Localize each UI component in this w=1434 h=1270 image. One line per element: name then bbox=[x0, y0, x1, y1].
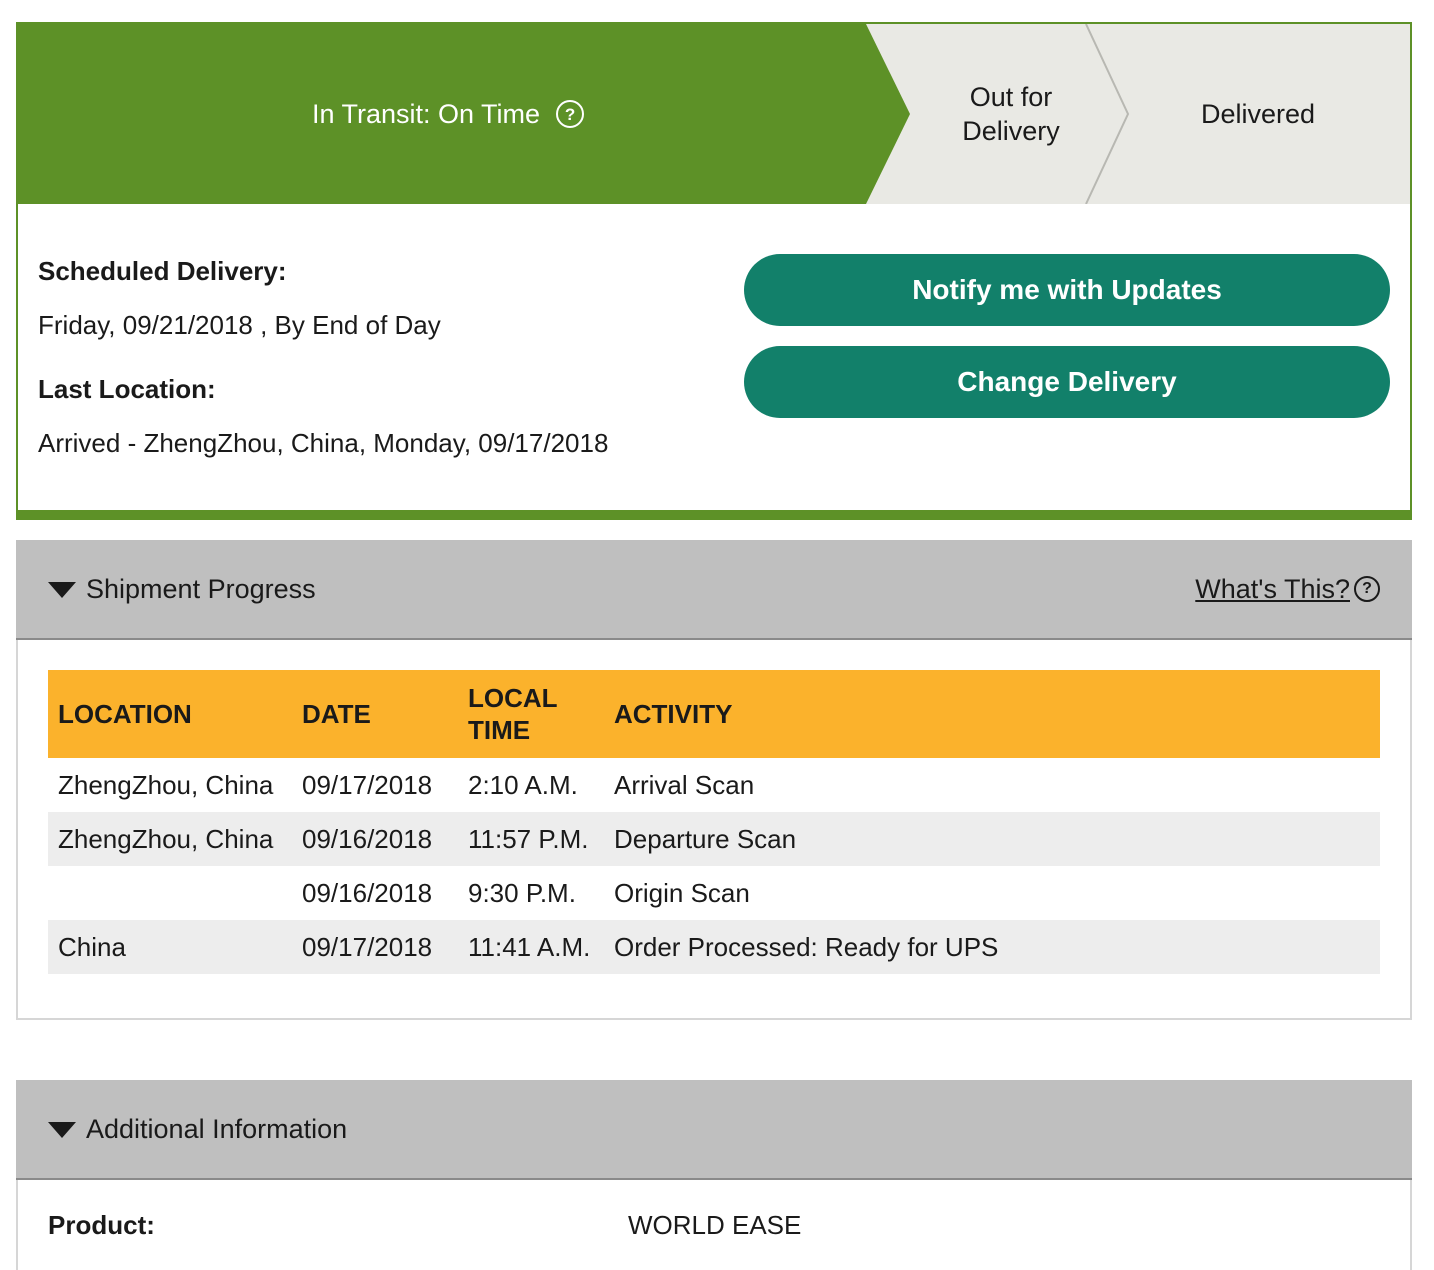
cell-location bbox=[48, 866, 292, 920]
column-header-date: DATE bbox=[302, 699, 371, 729]
step-delivered: Delivered bbox=[1138, 24, 1378, 204]
table-row: China 09/17/2018 11:41 A.M. Order Proces… bbox=[48, 920, 1380, 974]
last-location-value: Arrived - ZhengZhou, China, Monday, 09/1… bbox=[38, 428, 609, 458]
cell-location: ZhengZhou, China bbox=[58, 823, 274, 854]
table-row: ZhengZhou, China 09/16/2018 11:57 P.M. D… bbox=[48, 812, 1380, 866]
table-row: ZhengZhou, China 09/17/2018 2:10 A.M. Ar… bbox=[48, 758, 1380, 812]
product-label: Product: bbox=[48, 1210, 155, 1240]
cell-activity: Departure Scan bbox=[614, 823, 797, 854]
additional-info-toggle[interactable]: Additional Information bbox=[48, 1080, 347, 1178]
caret-down-icon bbox=[48, 582, 76, 598]
product-value: WORLD EASE bbox=[628, 1210, 802, 1240]
additional-info-header: Additional Information bbox=[16, 1080, 1412, 1180]
shipment-progress-header: Shipment Progress What's This? ? bbox=[16, 540, 1412, 640]
status-card: In Transit: On Time ? Out for Delivery D… bbox=[16, 22, 1412, 520]
step-in-transit-label: In Transit: On Time bbox=[311, 98, 541, 129]
step-out-for-delivery: Out for Delivery bbox=[918, 24, 1104, 204]
cell-date: 09/16/2018 bbox=[302, 877, 433, 908]
shipment-progress-body: LOCATION DATE LOCAL TIME ACTIVITY ZhengZ… bbox=[16, 640, 1412, 1020]
notify-updates-button[interactable]: Notify me with Updates bbox=[744, 254, 1390, 326]
cell-date: 09/17/2018 bbox=[302, 769, 433, 800]
table-header-row: LOCATION DATE LOCAL TIME ACTIVITY bbox=[48, 670, 1380, 758]
help-icon[interactable]: ? bbox=[556, 100, 585, 128]
shipment-progress-toggle[interactable]: Shipment Progress bbox=[48, 540, 316, 638]
cell-time: 2:10 A.M. bbox=[468, 769, 578, 800]
whats-this-label[interactable]: What's This? bbox=[1195, 574, 1350, 605]
column-header-local-time-line1: LOCAL bbox=[468, 683, 558, 713]
column-header-location: LOCATION bbox=[58, 699, 192, 729]
cell-time: 11:57 P.M. bbox=[468, 823, 589, 854]
cell-location: China bbox=[58, 931, 126, 962]
column-header-local-time-line2: TIME bbox=[468, 715, 531, 745]
scheduled-delivery-label: Scheduled Delivery: bbox=[38, 256, 287, 286]
caret-down-icon bbox=[48, 1122, 76, 1138]
cell-activity: Order Processed: Ready for UPS bbox=[614, 931, 999, 962]
additional-info-body: Product: WORLD EASE bbox=[16, 1180, 1412, 1270]
whats-this-link[interactable]: What's This? ? bbox=[1195, 540, 1380, 638]
shipment-progress-title: Shipment Progress bbox=[86, 573, 316, 604]
shipment-activity-table: LOCATION DATE LOCAL TIME ACTIVITY ZhengZ… bbox=[48, 670, 1380, 974]
delivery-progress-bar: In Transit: On Time ? Out for Delivery D… bbox=[18, 24, 1410, 204]
cell-date: 09/16/2018 bbox=[302, 823, 433, 854]
step-in-transit: In Transit: On Time ? bbox=[18, 24, 878, 204]
cell-time: 9:30 P.M. bbox=[468, 877, 576, 908]
cell-location: ZhengZhou, China bbox=[58, 769, 274, 800]
additional-info-title: Additional Information bbox=[86, 1113, 348, 1144]
change-delivery-button[interactable]: Change Delivery bbox=[744, 346, 1390, 418]
step-out-for-delivery-line2: Delivery bbox=[962, 116, 1060, 146]
column-header-activity: ACTIVITY bbox=[614, 699, 733, 729]
cell-activity: Arrival Scan bbox=[614, 769, 755, 800]
last-location-label: Last Location: bbox=[38, 374, 216, 404]
table-row: 09/16/2018 9:30 P.M. Origin Scan bbox=[48, 866, 1380, 920]
scheduled-delivery-value: Friday, 09/21/2018 , By End of Day bbox=[38, 310, 441, 340]
cell-activity: Origin Scan bbox=[614, 877, 750, 908]
step-delivered-label: Delivered bbox=[1200, 98, 1316, 129]
help-icon[interactable]: ? bbox=[1354, 576, 1380, 602]
column-header-local-time: LOCAL TIME bbox=[458, 670, 604, 758]
step-out-for-delivery-line1: Out for bbox=[969, 82, 1053, 112]
cell-date: 09/17/2018 bbox=[302, 931, 433, 962]
cell-time: 11:41 A.M. bbox=[468, 931, 591, 962]
